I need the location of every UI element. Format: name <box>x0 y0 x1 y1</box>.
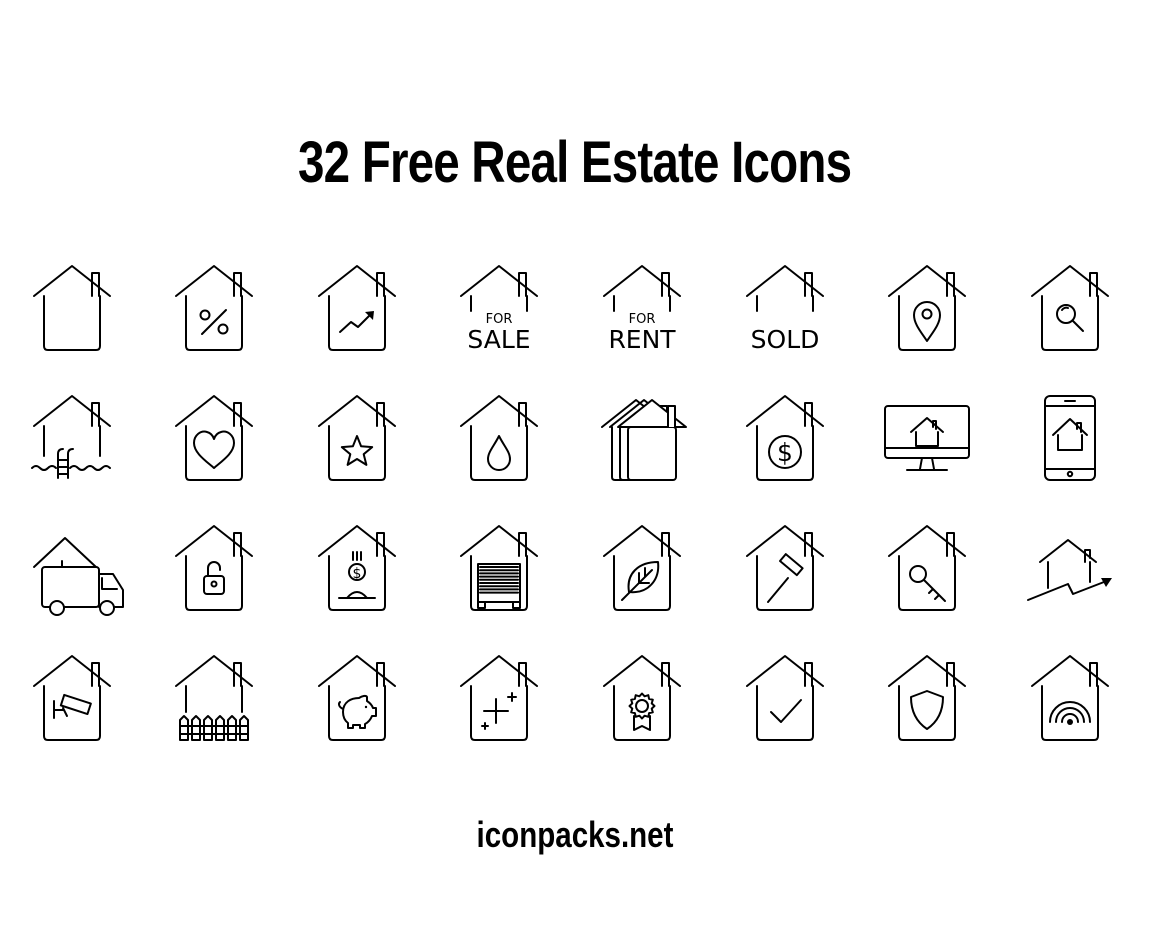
house-security-camera-icon <box>34 656 110 740</box>
house-sold-icon: SOLD <box>747 266 823 354</box>
svg-text:SOLD: SOLD <box>751 325 820 354</box>
house-icon <box>34 266 110 350</box>
house-award-badge-icon <box>604 656 680 740</box>
house-water-drop-icon <box>461 396 537 480</box>
house-fence-icon <box>176 656 252 740</box>
svg-text:$: $ <box>353 566 362 582</box>
house-heart-icon <box>176 396 252 480</box>
house-auction-gavel-icon <box>747 526 823 610</box>
house-percent-icon <box>176 266 252 350</box>
footer-brand: iconpacks.net <box>476 814 674 855</box>
mobile-house-icon <box>1045 396 1095 480</box>
desktop-house-icon <box>885 406 969 470</box>
house-sparkle-new-icon <box>461 656 537 740</box>
house-piggy-bank-icon <box>319 656 395 740</box>
svg-text:SALE: SALE <box>467 325 530 354</box>
house-price-rising-icon <box>1028 540 1112 600</box>
house-dollar-icon: $ <box>747 396 823 480</box>
house-for-sale-icon: FORSALE <box>461 266 537 354</box>
house-garage-icon <box>461 526 537 610</box>
house-checkmark-icon <box>747 656 823 740</box>
svg-text:RENT: RENT <box>608 325 676 354</box>
moving-truck-house-icon <box>34 538 123 615</box>
house-search-icon <box>1032 266 1108 350</box>
svg-text:$: $ <box>777 438 793 467</box>
house-key-icon <box>889 526 965 610</box>
house-wifi-smart-icon <box>1032 656 1108 740</box>
icon-grid: FORSALE FORRENT SOLD $ $ <box>0 0 1112 950</box>
house-leaf-icon <box>604 526 680 610</box>
multiple-houses-icon <box>602 400 686 480</box>
house-shield-icon <box>889 656 965 740</box>
house-trend-up-icon <box>319 266 395 350</box>
house-location-pin-icon <box>889 266 965 350</box>
house-unlocked-padlock-icon <box>176 526 252 610</box>
house-pool-icon <box>32 396 110 478</box>
house-for-rent-icon: FORRENT <box>604 266 680 354</box>
house-star-icon <box>319 396 395 480</box>
house-coin-deposit-icon: $ <box>319 526 395 610</box>
